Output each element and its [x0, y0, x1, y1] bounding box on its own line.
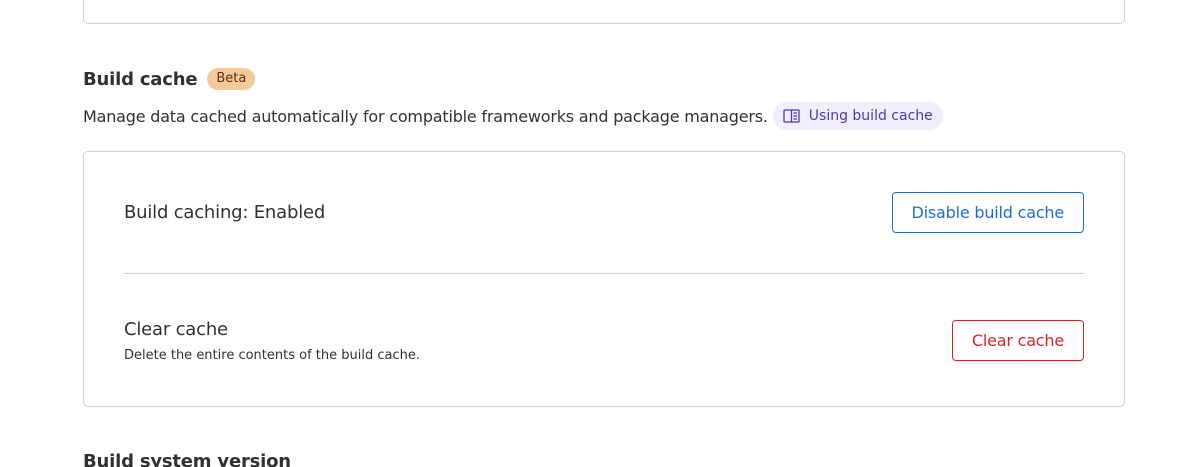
- clear-cache-description: Delete the entire contents of the build …: [124, 348, 420, 363]
- divider: [124, 273, 1084, 274]
- beta-badge: Beta: [207, 68, 256, 90]
- section-title: Build cache: [83, 68, 198, 90]
- clear-cache-title: Clear cache: [124, 319, 228, 340]
- using-build-cache-link[interactable]: Using build cache: [772, 102, 943, 130]
- book-icon: [783, 109, 800, 123]
- disable-build-cache-button[interactable]: Disable build cache: [891, 192, 1084, 233]
- clear-cache-button[interactable]: Clear cache: [951, 320, 1084, 361]
- page: Build cache Beta Manage data cached auto…: [0, 0, 1192, 467]
- build-system-version-title: Build system version: [83, 451, 291, 467]
- previous-section-card: [83, 0, 1125, 24]
- build-cache-description-row: Manage data cached automatically for com…: [83, 102, 943, 130]
- doc-link-label: Using build cache: [808, 108, 933, 124]
- build-cache-header: Build cache Beta: [83, 68, 256, 90]
- build-cache-card: Build caching: Enabled Disable build cac…: [83, 151, 1125, 407]
- build-caching-status: Build caching: Enabled: [124, 202, 326, 223]
- section-description: Manage data cached automatically for com…: [83, 106, 768, 126]
